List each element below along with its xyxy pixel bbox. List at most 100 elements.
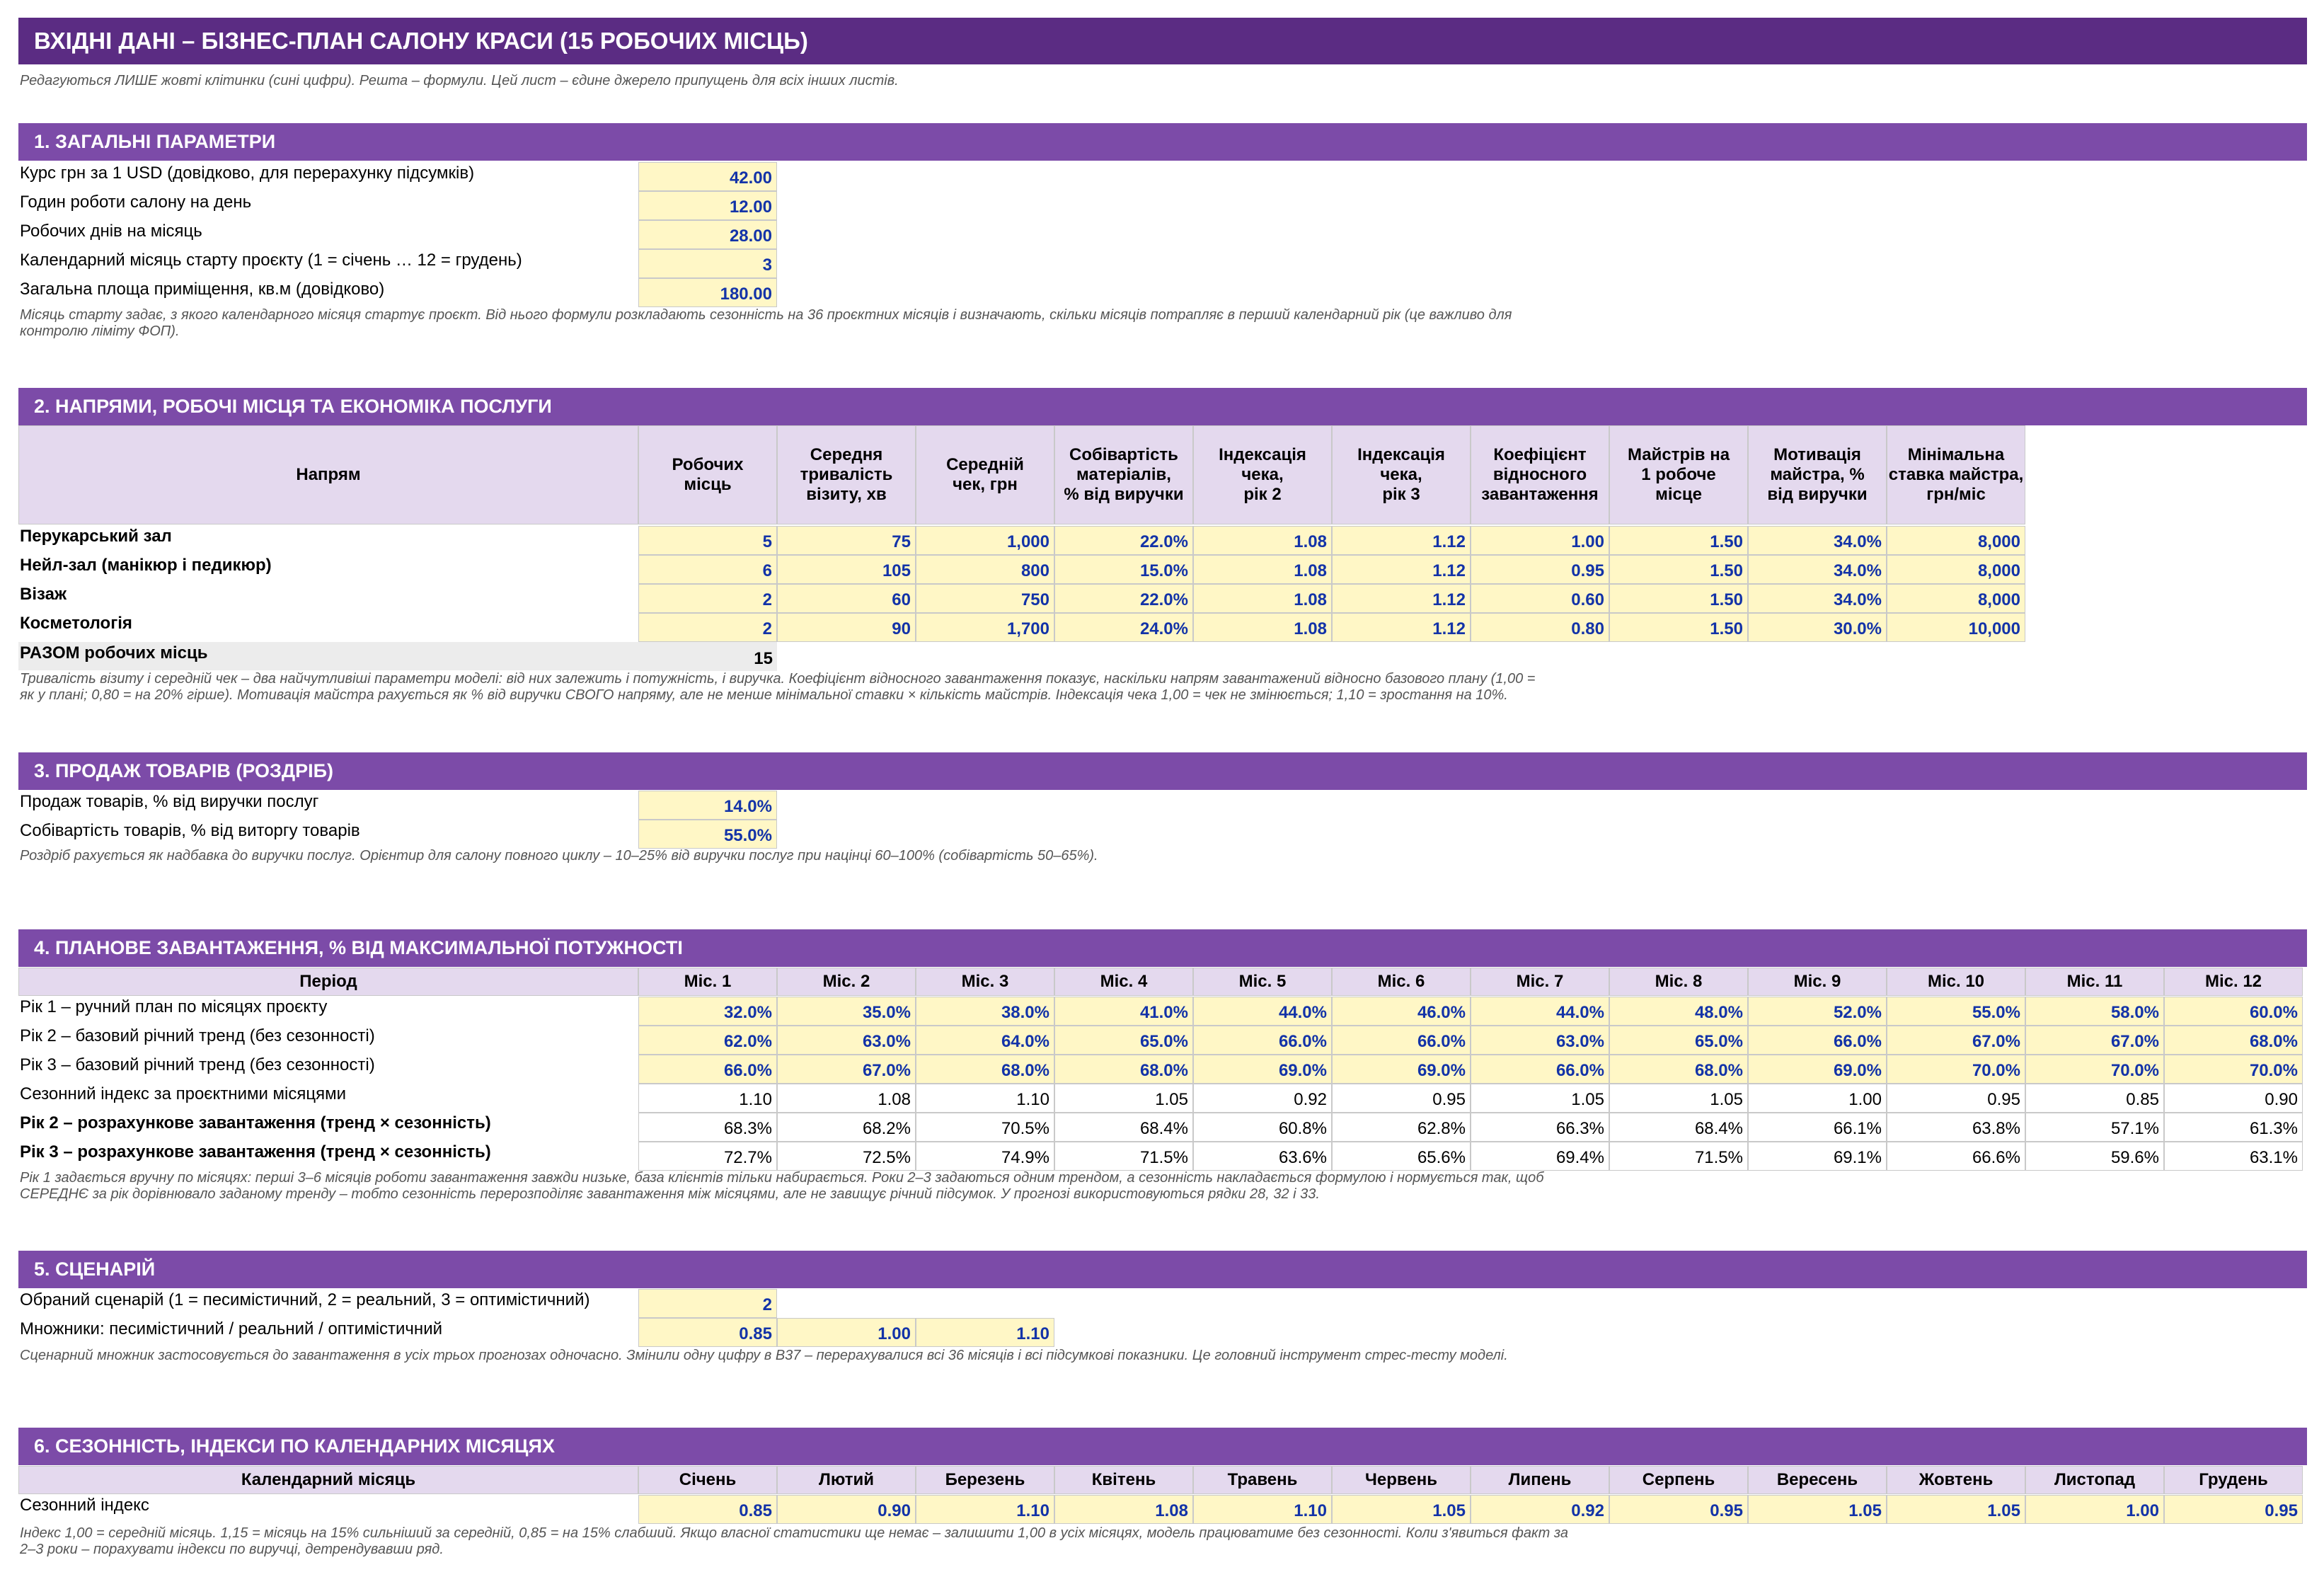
s2-cell-1-6[interactable]: 0.95: [1471, 555, 1609, 584]
s4-cell-2-4[interactable]: 69.0%: [1193, 1055, 1332, 1084]
s4-cell-0-8[interactable]: 52.0%: [1748, 997, 1887, 1026]
s4-cell-0-3[interactable]: 41.0%: [1054, 997, 1193, 1026]
s4-cell-2-10[interactable]: 70.0%: [2025, 1055, 2164, 1084]
s4-cell-0-6[interactable]: 44.0%: [1471, 997, 1609, 1026]
s5-multiplier-real[interactable]: 1.00: [777, 1318, 916, 1347]
s2-cell-0-6[interactable]: 1.00: [1471, 526, 1609, 555]
s4-cell-1-10[interactable]: 67.0%: [2025, 1026, 2164, 1055]
s4-cell-0-10[interactable]: 58.0%: [2025, 997, 2164, 1026]
s6-cell-1[interactable]: 0.90: [777, 1495, 916, 1524]
s2-cell-2-9[interactable]: 8,000: [1887, 584, 2025, 613]
s4-cell-0-11[interactable]: 60.0%: [2164, 997, 2303, 1026]
s4-cell-0-7[interactable]: 48.0%: [1609, 997, 1748, 1026]
s2-cell-3-4[interactable]: 1.08: [1193, 613, 1332, 642]
s2-cell-3-7[interactable]: 1.50: [1609, 613, 1748, 642]
s4-cell-2-1[interactable]: 67.0%: [777, 1055, 916, 1084]
s4-cell-0-4[interactable]: 44.0%: [1193, 997, 1332, 1026]
s6-cell-2[interactable]: 1.10: [916, 1495, 1054, 1524]
s2-cell-1-5[interactable]: 1.12: [1332, 555, 1471, 584]
s2-cell-1-1[interactable]: 105: [777, 555, 916, 584]
s1-input-4[interactable]: 180.00: [638, 278, 777, 307]
s2-cell-3-1[interactable]: 90: [777, 613, 916, 642]
s2-cell-0-5[interactable]: 1.12: [1332, 526, 1471, 555]
s2-cell-0-3[interactable]: 22.0%: [1054, 526, 1193, 555]
s3-input-0[interactable]: 14.0%: [638, 791, 777, 820]
s2-cell-1-8[interactable]: 34.0%: [1748, 555, 1887, 584]
s5-multiplier-opt[interactable]: 1.10: [916, 1318, 1054, 1347]
s1-input-3[interactable]: 3: [638, 249, 777, 278]
s6-cell-9[interactable]: 1.05: [1887, 1495, 2025, 1524]
s2-cell-2-2[interactable]: 750: [916, 584, 1054, 613]
s1-input-2[interactable]: 28.00: [638, 220, 777, 249]
s2-cell-2-5[interactable]: 1.12: [1332, 584, 1471, 613]
s4-cell-2-11[interactable]: 70.0%: [2164, 1055, 2303, 1084]
s2-cell-3-6[interactable]: 0.80: [1471, 613, 1609, 642]
s6-cell-10[interactable]: 1.00: [2025, 1495, 2164, 1524]
s4-cell-2-9[interactable]: 70.0%: [1887, 1055, 2025, 1084]
s2-cell-0-0[interactable]: 5: [638, 526, 777, 555]
s2-cell-2-1[interactable]: 60: [777, 584, 916, 613]
s2-cell-2-3[interactable]: 22.0%: [1054, 584, 1193, 613]
s6-cell-11[interactable]: 0.95: [2164, 1495, 2303, 1524]
s2-cell-3-8[interactable]: 30.0%: [1748, 613, 1887, 642]
s4-cell-1-1[interactable]: 63.0%: [777, 1026, 916, 1055]
s2-cell-3-0[interactable]: 2: [638, 613, 777, 642]
s2-cell-0-8[interactable]: 34.0%: [1748, 526, 1887, 555]
s2-cell-0-7[interactable]: 1.50: [1609, 526, 1748, 555]
s6-cell-3[interactable]: 1.08: [1054, 1495, 1193, 1524]
s6-cell-4[interactable]: 1.10: [1193, 1495, 1332, 1524]
s2-cell-3-2[interactable]: 1,700: [916, 613, 1054, 642]
s4-cell-2-3[interactable]: 68.0%: [1054, 1055, 1193, 1084]
s4-cell-1-9[interactable]: 67.0%: [1887, 1026, 2025, 1055]
s2-cell-2-7[interactable]: 1.50: [1609, 584, 1748, 613]
s4-cell-0-2[interactable]: 38.0%: [916, 997, 1054, 1026]
s2-cell-1-4[interactable]: 1.08: [1193, 555, 1332, 584]
s4-cell-0-1[interactable]: 35.0%: [777, 997, 916, 1026]
s1-input-1[interactable]: 12.00: [638, 191, 777, 220]
s4-cell-1-2[interactable]: 64.0%: [916, 1026, 1054, 1055]
s2-cell-2-0[interactable]: 2: [638, 584, 777, 613]
s3-input-1[interactable]: 55.0%: [638, 820, 777, 849]
s5-scenario-input[interactable]: 2: [638, 1289, 777, 1318]
s4-cell-1-5[interactable]: 66.0%: [1332, 1026, 1471, 1055]
s2-cell-0-1[interactable]: 75: [777, 526, 916, 555]
s5-multiplier-pess[interactable]: 0.85: [638, 1318, 777, 1347]
s2-cell-1-7[interactable]: 1.50: [1609, 555, 1748, 584]
s2-cell-0-2[interactable]: 1,000: [916, 526, 1054, 555]
s6-cell-6[interactable]: 0.92: [1471, 1495, 1609, 1524]
s2-cell-2-4[interactable]: 1.08: [1193, 584, 1332, 613]
s4-cell-1-6[interactable]: 63.0%: [1471, 1026, 1609, 1055]
section-6-header: 6. СЕЗОННІСТЬ, ІНДЕКСИ ПО КАЛЕНДАРНИХ МІ…: [18, 1428, 2307, 1465]
s2-cell-2-6[interactable]: 0.60: [1471, 584, 1609, 613]
s6-cell-0[interactable]: 0.85: [638, 1495, 777, 1524]
s2-cell-3-9[interactable]: 10,000: [1887, 613, 2025, 642]
s4-cell-0-9[interactable]: 55.0%: [1887, 997, 2025, 1026]
s4-cell-0-0[interactable]: 32.0%: [638, 997, 777, 1026]
s4-cell-0-5[interactable]: 46.0%: [1332, 997, 1471, 1026]
s4-cell-2-6[interactable]: 66.0%: [1471, 1055, 1609, 1084]
s6-cell-8[interactable]: 1.05: [1748, 1495, 1887, 1524]
s2-cell-0-9[interactable]: 8,000: [1887, 526, 2025, 555]
s4-cell-1-7[interactable]: 65.0%: [1609, 1026, 1748, 1055]
s2-cell-2-8[interactable]: 34.0%: [1748, 584, 1887, 613]
s2-cell-1-9[interactable]: 8,000: [1887, 555, 2025, 584]
s2-cell-3-5[interactable]: 1.12: [1332, 613, 1471, 642]
s4-cell-2-2[interactable]: 68.0%: [916, 1055, 1054, 1084]
s4-cell-2-0[interactable]: 66.0%: [638, 1055, 777, 1084]
s4-cell-1-4[interactable]: 66.0%: [1193, 1026, 1332, 1055]
s4-cell-1-3[interactable]: 65.0%: [1054, 1026, 1193, 1055]
s4-cell-2-7[interactable]: 68.0%: [1609, 1055, 1748, 1084]
s2-cell-1-2[interactable]: 800: [916, 555, 1054, 584]
s4-cell-1-8[interactable]: 66.0%: [1748, 1026, 1887, 1055]
s1-input-0[interactable]: 42.00: [638, 162, 777, 191]
s4-cell-1-0[interactable]: 62.0%: [638, 1026, 777, 1055]
s2-cell-0-4[interactable]: 1.08: [1193, 526, 1332, 555]
s4-cell-2-8[interactable]: 69.0%: [1748, 1055, 1887, 1084]
s2-cell-1-3[interactable]: 15.0%: [1054, 555, 1193, 584]
s2-cell-3-3[interactable]: 24.0%: [1054, 613, 1193, 642]
s6-cell-5[interactable]: 1.05: [1332, 1495, 1471, 1524]
s4-cell-1-11[interactable]: 68.0%: [2164, 1026, 2303, 1055]
s4-cell-2-5[interactable]: 69.0%: [1332, 1055, 1471, 1084]
s6-cell-7[interactable]: 0.95: [1609, 1495, 1748, 1524]
s2-cell-1-0[interactable]: 6: [638, 555, 777, 584]
